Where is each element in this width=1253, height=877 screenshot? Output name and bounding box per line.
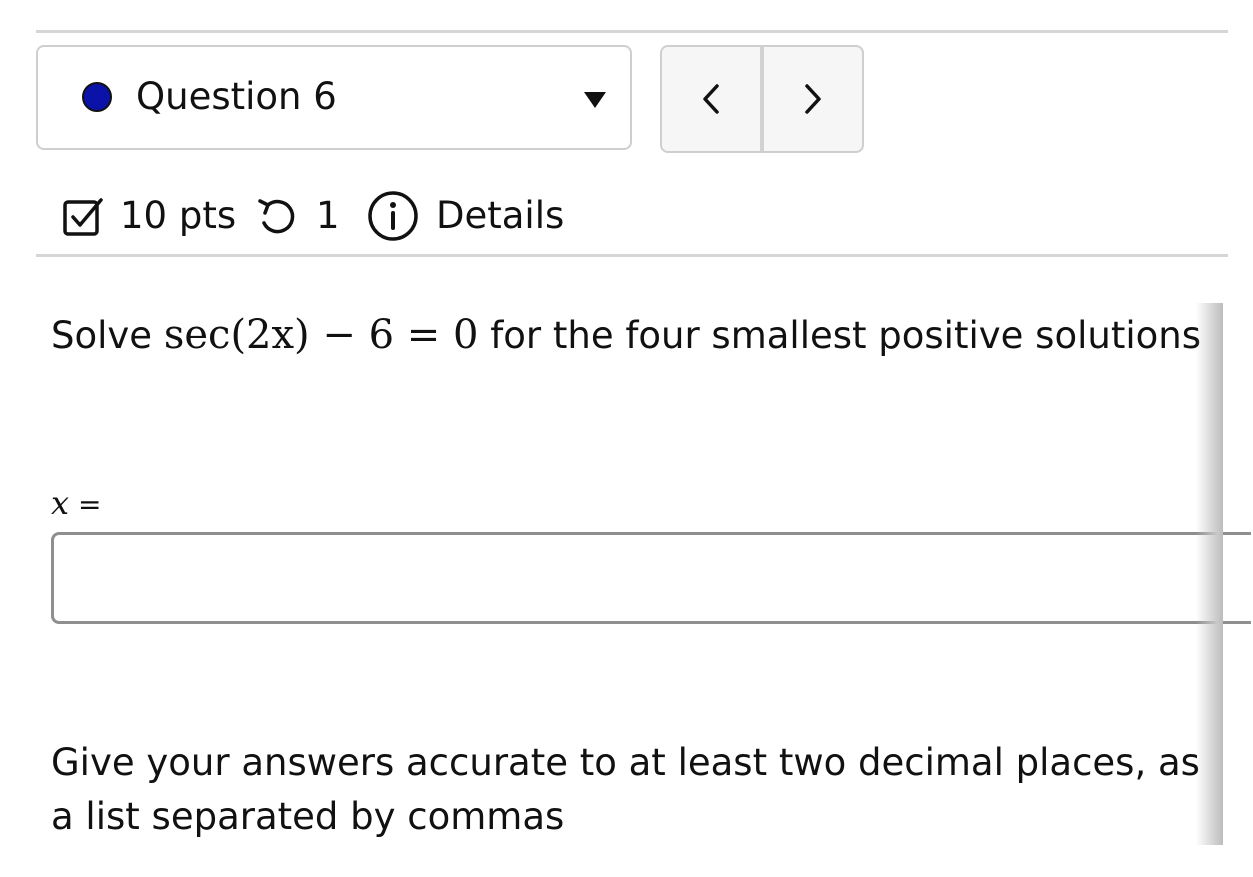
question-outro: for the four smallest positive solutions	[490, 314, 1201, 357]
answer-input[interactable]	[51, 532, 1251, 624]
details-label: Details	[436, 194, 565, 237]
retry-icon	[258, 199, 295, 234]
question-text: Solve sec(2x) − 6 = 0 for the four small…	[51, 306, 1201, 365]
question-intro: Solve	[51, 314, 153, 357]
top-divider	[36, 30, 1228, 33]
next-question-button[interactable]	[760, 47, 862, 151]
points-value: 10 pts	[120, 194, 237, 237]
chevron-right-icon	[805, 84, 821, 114]
answer-variable: x	[51, 484, 70, 522]
previous-question-button[interactable]	[662, 47, 760, 151]
answer-instructions: Give your answers accurate to at least t…	[51, 741, 1200, 838]
checkbox-icon	[63, 198, 103, 236]
equation: sec(2x) − 6 = 0	[163, 312, 479, 358]
scrollbar-track[interactable]	[1196, 303, 1223, 845]
caret-down-icon	[584, 92, 606, 108]
info-icon	[368, 191, 418, 241]
question-label: Question 6	[136, 75, 337, 118]
answer-equals: =	[77, 488, 102, 521]
answer-label: x =	[51, 478, 101, 530]
meta-divider	[36, 254, 1228, 257]
status-dot	[82, 82, 112, 112]
question-dropdown[interactable]: Question 6	[36, 45, 632, 150]
details-link[interactable]: Details	[366, 188, 606, 244]
attempts-value: 1	[316, 194, 340, 237]
chevron-left-icon	[703, 84, 719, 114]
question-nav	[660, 45, 864, 153]
